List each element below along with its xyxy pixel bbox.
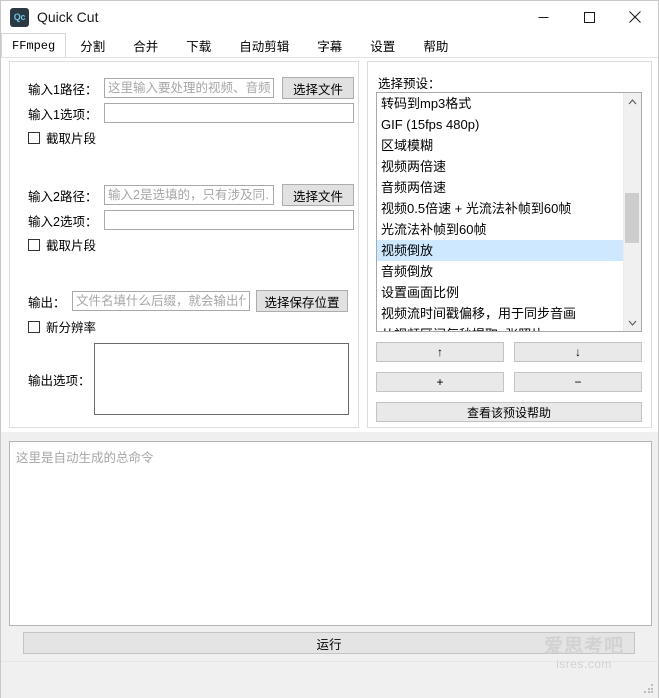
preset-remove-button[interactable]: − [514, 372, 642, 392]
input2-options-field[interactable] [104, 210, 354, 230]
new-resolution-checkbox-row[interactable]: 新分辨率 [28, 317, 96, 336]
chevron-down-icon[interactable] [624, 314, 641, 331]
preset-listbox[interactable]: 转码到mp3格式 GIF (15fps 480p) 区域模糊 视频两倍速 音频两… [376, 92, 642, 332]
list-item[interactable]: 视频两倍速 [377, 156, 624, 177]
list-item[interactable]: 视频流时间戳偏移，用于同步音画 [377, 303, 624, 324]
title-bar: Qc Quick Cut [1, 1, 658, 33]
chevron-up-icon[interactable] [624, 93, 641, 110]
preset-view-help-button[interactable]: 查看该预设帮助 [376, 402, 642, 422]
input1-options-field[interactable] [104, 103, 354, 123]
tab-help[interactable]: 帮助 [409, 33, 463, 58]
input1-path-label: 输入1路径： [28, 82, 98, 97]
input2-path-row: 输入2路径： 选择文件 [28, 184, 354, 206]
preset-panel: 选择预设： 转码到mp3格式 GIF (15fps 480p) 区域模糊 视频两… [367, 61, 652, 428]
maximize-button[interactable] [566, 1, 612, 33]
clip2-checkbox[interactable] [28, 238, 40, 251]
input1-options-row: 输入1选项： [28, 103, 354, 123]
close-icon [629, 11, 641, 23]
input1-options-label: 输入1选项： [28, 107, 98, 122]
minimize-button[interactable] [520, 1, 566, 33]
maximize-icon [583, 11, 595, 23]
output-path-row: 输出： 选择保存位置 [28, 290, 348, 312]
choose-save-location-button[interactable]: 选择保存位置 [256, 290, 348, 312]
input-output-panel: 输入1路径： 选择文件 输入1选项： 截取片段 输入2路径： 选择文件 输入2选… [9, 61, 359, 428]
preset-select-label: 选择预设： [378, 77, 441, 91]
output-path-field[interactable] [72, 291, 250, 311]
tab-subtitle[interactable]: 字幕 [303, 33, 357, 58]
resize-grip-icon[interactable] [644, 684, 654, 694]
tab-settings[interactable]: 设置 [356, 33, 410, 58]
clip2-label: 截取片段 [46, 239, 97, 253]
input2-options-row: 输入2选项： [28, 210, 354, 230]
scrollbar-thumb[interactable] [625, 193, 639, 243]
preset-move-up-button[interactable]: ↑ [376, 342, 504, 362]
close-button[interactable] [612, 1, 658, 33]
clip1-checkbox[interactable] [28, 131, 40, 144]
status-bar [1, 661, 658, 698]
input2-choose-file-button[interactable]: 选择文件 [282, 184, 354, 206]
list-item[interactable]: 音频两倍速 [377, 177, 624, 198]
output-label: 输出： [28, 295, 66, 310]
input2-options-label: 输入2选项： [28, 214, 98, 229]
horizontal-splitter[interactable] [9, 433, 652, 438]
output-options-row: 输出选项： [28, 343, 349, 415]
input1-choose-file-button[interactable]: 选择文件 [282, 77, 354, 99]
app-window: Qc Quick Cut FFmpeg 分割 合并 下载 自动剪辑 字幕 设置 [0, 0, 659, 698]
preset-move-down-button[interactable]: ↓ [514, 342, 642, 362]
window-title: Quick Cut [37, 9, 99, 25]
clip2-checkbox-row[interactable]: 截取片段 [28, 235, 96, 254]
list-item[interactable]: 设置画面比例 [377, 282, 624, 303]
preset-list-items: 转码到mp3格式 GIF (15fps 480p) 区域模糊 视频两倍速 音频两… [377, 93, 624, 331]
input1-path-field[interactable] [104, 78, 274, 98]
list-item[interactable]: 从视频区间每秒提取n张照片 [377, 324, 624, 331]
list-item[interactable]: 转码到mp3格式 [377, 93, 624, 114]
tab-bar: FFmpeg 分割 合并 下载 自动剪辑 字幕 设置 帮助 [1, 33, 658, 58]
list-item[interactable]: 视频0.5倍速 + 光流法补帧到60帧 [377, 198, 624, 219]
app-icon-quickcut: Qc [10, 7, 29, 27]
window-controls [520, 1, 658, 33]
list-item[interactable]: GIF (15fps 480p) [377, 114, 624, 135]
tab-download[interactable]: 下载 [172, 33, 226, 58]
tab-merge[interactable]: 合并 [119, 33, 173, 58]
output-options-label: 输出选项： [28, 373, 91, 388]
input2-path-field[interactable] [104, 185, 274, 205]
main-content: 输入1路径： 选择文件 输入1选项： 截取片段 输入2路径： 选择文件 输入2选… [1, 58, 658, 432]
app-icon-label: Qc [13, 12, 26, 22]
tab-split[interactable]: 分割 [66, 33, 120, 58]
list-item[interactable]: 音频倒放 [377, 261, 624, 282]
list-item[interactable]: 光流法补帧到60帧 [377, 219, 624, 240]
list-item[interactable]: 区域模糊 [377, 135, 624, 156]
clip1-label: 截取片段 [46, 132, 97, 146]
input2-path-label: 输入2路径： [28, 189, 98, 204]
preset-add-button[interactable]: + [376, 372, 504, 392]
minimize-icon [538, 16, 548, 18]
run-button[interactable]: 运行 [23, 632, 635, 654]
preset-list-scrollbar[interactable] [623, 93, 641, 331]
title-bar-left: Qc Quick Cut [10, 1, 98, 33]
list-item-selected[interactable]: 视频倒放 [377, 240, 624, 261]
tab-auto-edit[interactable]: 自动剪辑 [225, 33, 304, 58]
clip1-checkbox-row[interactable]: 截取片段 [28, 128, 96, 147]
generated-command-textarea[interactable]: 这里是自动生成的总命令 [9, 441, 652, 626]
input1-path-row: 输入1路径： 选择文件 [28, 77, 354, 99]
output-options-textarea[interactable] [94, 343, 349, 415]
tab-strip: FFmpeg 分割 合并 下载 自动剪辑 字幕 设置 帮助 [1, 33, 463, 58]
new-resolution-label: 新分辨率 [46, 321, 97, 335]
tab-ffmpeg[interactable]: FFmpeg [1, 33, 67, 58]
new-resolution-checkbox[interactable] [28, 320, 40, 333]
